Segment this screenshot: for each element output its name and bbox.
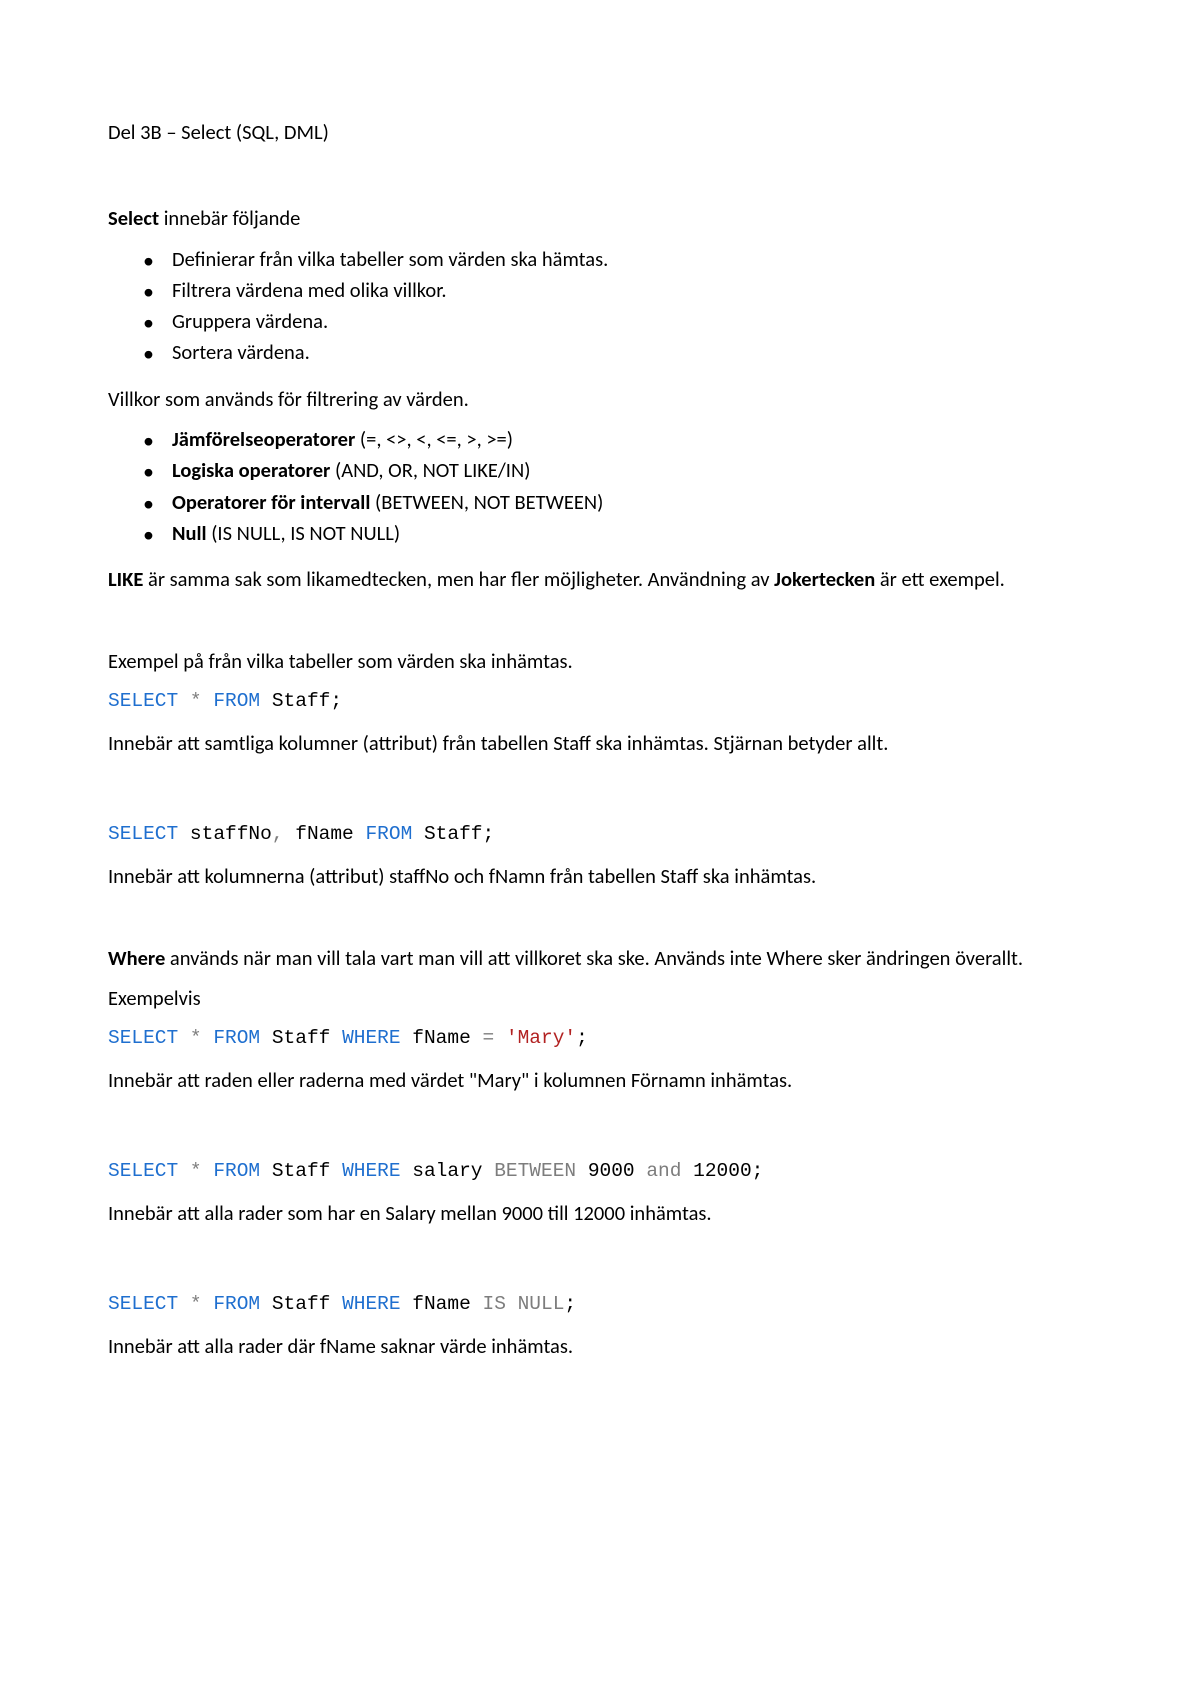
spacer [108,1106,1092,1148]
code-text: ; [576,1027,588,1049]
code-text: fName [401,1293,483,1315]
code1-description: Innebär att samtliga kolumner (attribut)… [108,729,1092,757]
spacer [108,769,1092,811]
code-text: ; [564,1293,576,1315]
kw-select: SELECT [108,690,178,712]
list-item: Definierar från vilka tabeller som värde… [108,245,1092,273]
select-intro-rest: innebär följande [159,205,300,231]
code-text: ; [752,1160,764,1182]
operator-label: Null [172,520,207,546]
code-text [494,1027,506,1049]
code-block-3: SELECT * FROM Staff WHERE fName = 'Mary'… [108,1025,1092,1052]
spacer [108,605,1092,647]
page-title: Del 3B – Select (SQL, DML) [108,118,1092,146]
kw-isnull: IS NULL [483,1293,565,1315]
operator-rest: (IS NULL, IS NOT NULL) [207,520,401,546]
operator-label: Jämförelseoperatorer [172,426,355,452]
list-item: Filtrera värdena med olika villkor. [108,276,1092,304]
paragraph-where: Where används när man vill tala vart man… [108,944,1092,972]
list-item: Logiska operatorer (AND, OR, NOT LIKE/IN… [108,456,1092,484]
code4-description: Innebär att alla rader som har en Salary… [108,1199,1092,1227]
paragraph-like: LIKE är samma sak som likamedtecken, men… [108,565,1092,593]
list-item: Jämförelseoperatorer (=, <>, <, <=, >, >… [108,425,1092,453]
kw-and: and [646,1160,681,1182]
select-intro: Select innebär följande [108,204,1092,232]
kw-between: BETWEEN [494,1160,576,1182]
code-text: staffNo [178,823,272,845]
spacer [108,902,1092,944]
kw-eq: = [483,1027,495,1049]
spacer [108,1239,1092,1281]
list-select-capabilities: Definierar från vilka tabeller som värde… [108,245,1092,367]
code-block-2: SELECT staffNo, fName FROM Staff; [108,821,1092,848]
list-operators: Jämförelseoperatorer (=, <>, <, <=, >, >… [108,425,1092,547]
kw-where: WHERE [342,1027,401,1049]
operator-label: Operatorer för intervall [172,489,370,515]
like-text: är samma sak som likamedtecken, men har … [143,566,774,592]
list-item: Gruppera värdena. [108,307,1092,335]
string-literal: 'Mary' [506,1027,576,1049]
operator-label: Logiska operatorer [172,457,330,483]
kw-from: FROM [213,1027,260,1049]
paragraph-villkor: Villkor som används för filtrering av vä… [108,385,1092,413]
list-item: Operatorer för intervall (BETWEEN, NOT B… [108,488,1092,516]
paragraph-example-intro: Exempel på från vilka tabeller som värde… [108,647,1092,675]
kw-comma: , [272,823,284,845]
kw-select: SELECT [108,1027,178,1049]
code-text: Staff [260,1027,342,1049]
code-text: fName [284,823,366,845]
operator-rest: (AND, OR, NOT LIKE/IN) [330,457,530,483]
kw-select: SELECT [108,1293,178,1315]
kw-where: WHERE [342,1293,401,1315]
like-bold: LIKE [108,566,143,592]
document-page: Del 3B – Select (SQL, DML) Select innebä… [0,0,1200,1698]
code5-description: Innebär att alla rader där fName saknar … [108,1332,1092,1360]
select-intro-bold: Select [108,205,159,231]
where-bold: Where [108,945,165,971]
kw-from: FROM [213,1160,260,1182]
code3-description: Innebär att raden eller raderna med värd… [108,1066,1092,1094]
code-text: salary [401,1160,495,1182]
exempelvis-label: Exempelvis [108,984,1092,1012]
list-item: Sortera värdena. [108,338,1092,366]
code-text: Staff; [412,823,494,845]
code-text: 9000 [576,1160,646,1182]
jokertecken-bold: Jokertecken [774,566,875,592]
code-text: Staff; [260,690,342,712]
code-block-4: SELECT * FROM Staff WHERE salary BETWEEN… [108,1158,1092,1185]
kw-from: FROM [365,823,412,845]
like-text-end: är ett exempel. [875,566,1005,592]
code-block-5: SELECT * FROM Staff WHERE fName IS NULL; [108,1291,1092,1318]
where-text: används när man vill tala vart man vill … [165,945,1023,971]
operator-rest: (=, <>, <, <=, >, >=) [355,426,513,452]
kw-select: SELECT [108,823,178,845]
operator-rest: (BETWEEN, NOT BETWEEN) [370,489,603,515]
code-text: fName [401,1027,483,1049]
kw-where: WHERE [342,1160,401,1182]
code-text: Staff [260,1160,342,1182]
code-text: 12000 [681,1160,751,1182]
kw-select: SELECT [108,1160,178,1182]
kw-star: * [178,1160,213,1182]
kw-from: FROM [213,690,260,712]
kw-star: * [178,1027,213,1049]
kw-star: * [178,1293,213,1315]
code-text: Staff [260,1293,342,1315]
code-block-1: SELECT * FROM Staff; [108,688,1092,715]
kw-from: FROM [213,1293,260,1315]
code2-description: Innebär att kolumnerna (attribut) staffN… [108,862,1092,890]
kw-star: * [178,690,213,712]
list-item: Null (IS NULL, IS NOT NULL) [108,519,1092,547]
